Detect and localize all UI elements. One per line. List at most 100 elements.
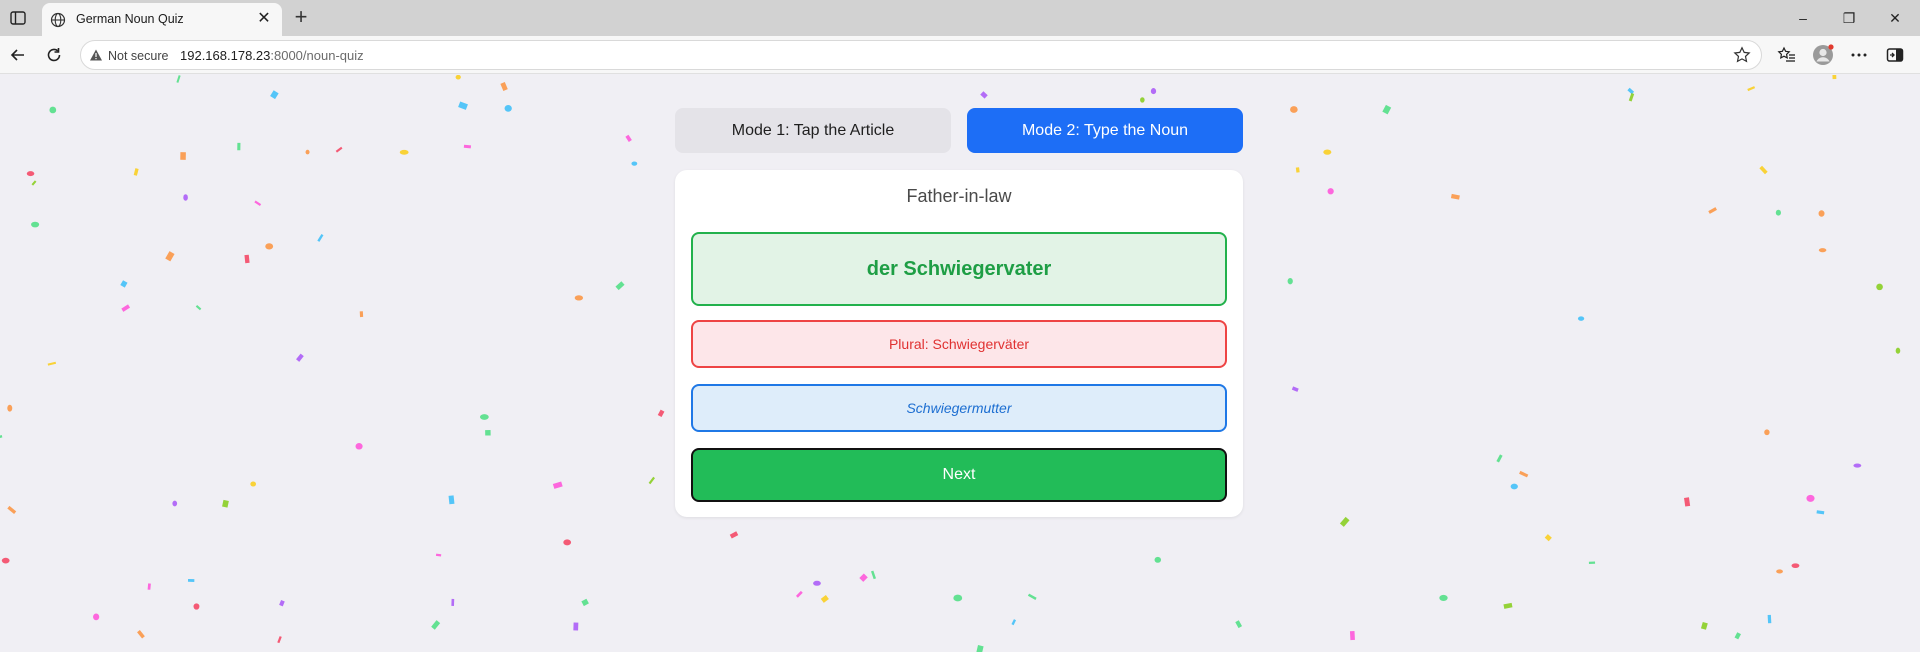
confetti-piece: [1708, 207, 1717, 214]
security-indicator[interactable]: Not secure: [89, 48, 168, 64]
confetti-piece: [500, 82, 508, 91]
confetti-piece: [270, 90, 279, 100]
confetti-piece: [1628, 92, 1635, 102]
url-host: 192.168.178.23: [180, 48, 271, 63]
confetti-piece: [1767, 614, 1772, 624]
warning-icon: [89, 48, 103, 65]
confetti-piece: [1290, 106, 1298, 113]
url-text[interactable]: 192.168.178.23:8000/noun-quiz: [180, 48, 364, 63]
next-button[interactable]: Next: [691, 448, 1227, 502]
confetti-piece: [615, 281, 625, 291]
confetti-piece: [172, 500, 178, 507]
confetti-piece: [1150, 88, 1157, 95]
reload-icon[interactable]: [44, 45, 64, 65]
address-bar[interactable]: Not secure 192.168.178.23:8000/noun-quiz: [80, 40, 1762, 70]
confetti-piece: [1818, 248, 1827, 253]
minimize-button[interactable]: –: [1780, 4, 1826, 32]
favorites-icon[interactable]: [1777, 45, 1797, 65]
confetti-piece: [7, 505, 17, 514]
confetti-piece: [648, 476, 655, 485]
answer-box: der Schwiegervater: [691, 232, 1227, 306]
sidebar-icon[interactable]: [1885, 45, 1905, 65]
tab-actions-icon[interactable]: [8, 9, 28, 27]
tab-strip: German Noun Quiz ✕ + – ❐ ✕: [0, 0, 1920, 36]
confetti-piece: [193, 603, 200, 610]
confetti-piece: [399, 149, 409, 155]
confetti-piece: [296, 353, 304, 362]
browser-tab[interactable]: German Noun Quiz ✕: [42, 3, 282, 36]
confetti-piece: [1684, 497, 1691, 507]
mode-2-button[interactable]: Mode 2: Type the Noun: [967, 108, 1243, 153]
confetti-piece: [1776, 569, 1783, 574]
new-tab-button[interactable]: +: [290, 6, 312, 29]
confetti-piece: [1747, 86, 1756, 92]
security-label: Not secure: [108, 49, 169, 63]
plural-box: Plural: Schwiegerväter: [691, 320, 1227, 368]
confetti-piece: [133, 168, 139, 176]
url-path: :8000/noun-quiz: [270, 48, 364, 63]
confetti-piece: [265, 243, 274, 250]
confetti-piece: [625, 134, 632, 143]
confetti-piece: [279, 600, 285, 607]
confetti-piece: [1775, 209, 1781, 216]
more-icon[interactable]: [1849, 45, 1869, 65]
confetti-piece: [657, 409, 665, 418]
confetti-piece: [479, 414, 489, 420]
confetti-piece: [359, 311, 364, 318]
confetti-piece: [1295, 167, 1300, 173]
confetti-piece: [631, 161, 638, 166]
confetti-piece: [1876, 283, 1883, 291]
confetti-piece: [976, 645, 984, 652]
confetti-piece: [1496, 454, 1503, 463]
confetti-piece: [250, 481, 257, 487]
confetti-piece: [1764, 429, 1770, 436]
confetti-piece: [1627, 87, 1635, 95]
confetti-piece: [1323, 149, 1332, 155]
confetti-piece: [165, 251, 175, 262]
confetti-piece: [335, 146, 343, 153]
restore-button[interactable]: ❐: [1826, 4, 1872, 32]
star-icon[interactable]: [1733, 46, 1751, 64]
confetti-piece: [254, 200, 262, 207]
confetti-piece: [147, 583, 151, 590]
confetti-piece: [93, 613, 100, 621]
tab-close-icon[interactable]: ✕: [254, 9, 274, 29]
confetti-piece: [813, 580, 821, 586]
back-icon[interactable]: [8, 45, 28, 65]
confetti-piece: [120, 280, 128, 288]
browser-toolbar: Not secure 192.168.178.23:8000/noun-quiz: [0, 36, 1920, 74]
confetti-piece: [237, 142, 241, 151]
confetti-piece: [573, 622, 579, 631]
confetti-piece: [1818, 210, 1825, 217]
confetti-piece: [729, 531, 739, 539]
confetti-piece: [1503, 602, 1513, 609]
confetti-piece: [1700, 621, 1708, 630]
confetti-piece: [795, 590, 803, 598]
confetti-piece: [187, 578, 195, 582]
confetti-piece: [49, 106, 57, 114]
close-window-button[interactable]: ✕: [1872, 4, 1918, 32]
confetti-piece: [435, 553, 442, 557]
confetti-piece: [1806, 494, 1815, 502]
confetti-piece: [451, 598, 455, 607]
mode-1-button[interactable]: Mode 1: Tap the Article: [675, 108, 951, 153]
confetti-piece: [1832, 75, 1837, 80]
confetti-piece: [1235, 620, 1243, 629]
tab-title: German Noun Quiz: [76, 12, 184, 26]
confetti-piece: [0, 435, 3, 440]
confetti-piece: [1327, 188, 1334, 195]
confetti-piece: [448, 495, 455, 505]
confetti-piece: [458, 101, 468, 110]
confetti-piece: [183, 194, 188, 201]
confetti-piece: [317, 234, 324, 242]
confetti-piece: [137, 630, 145, 639]
related-word-box: Schwiegermutter: [691, 384, 1227, 432]
confetti-piece: [1759, 165, 1768, 175]
confetti-piece: [1, 557, 10, 564]
confetti-piece: [870, 570, 877, 580]
confetti-piece: [581, 598, 589, 607]
quiz-prompt: Father-in-law: [906, 186, 1012, 206]
profile-icon[interactable]: [1812, 44, 1834, 66]
confetti-piece: [176, 75, 181, 83]
confetti-piece: [1027, 593, 1037, 600]
